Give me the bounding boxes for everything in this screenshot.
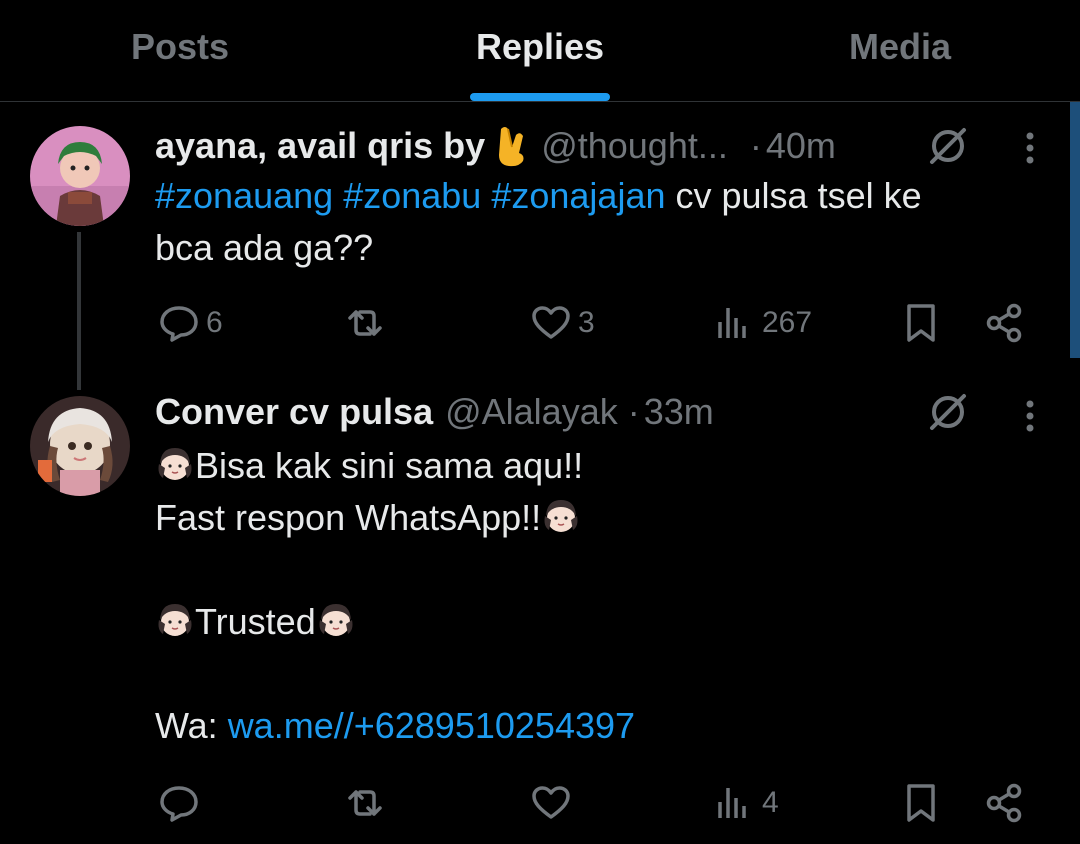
girl-emoji-icon bbox=[316, 600, 356, 640]
views-button[interactable]: 267 bbox=[714, 298, 812, 348]
tweet-text: Bisa kak sini sama aqu!! Fast respon Wha… bbox=[155, 440, 1035, 752]
views-icon bbox=[718, 788, 746, 818]
tab-posts-label: Posts bbox=[130, 26, 230, 67]
view-count: 4 bbox=[762, 786, 779, 819]
user-handle[interactable]: @thought... bbox=[541, 125, 728, 167]
share-icon bbox=[986, 303, 1022, 343]
tweet-text-part: Fast respon WhatsApp!! bbox=[155, 497, 542, 538]
views-icon bbox=[718, 308, 746, 338]
reply-button[interactable]: 6 bbox=[158, 298, 223, 348]
tab-replies[interactable]: Replies bbox=[360, 0, 720, 101]
grok-icon[interactable] bbox=[926, 390, 970, 434]
like-button[interactable] bbox=[530, 778, 572, 828]
girl-emoji-icon bbox=[155, 444, 195, 484]
tab-replies-label: Replies bbox=[475, 26, 605, 67]
tweet-actions: 6 3 267 bbox=[0, 298, 1080, 348]
tab-media-label: Media bbox=[848, 26, 952, 67]
heart-icon bbox=[532, 306, 570, 339]
more-options-icon[interactable] bbox=[1020, 394, 1040, 438]
separator-dot: · bbox=[627, 391, 640, 432]
reply-icon bbox=[160, 306, 198, 342]
display-name[interactable]: ayana, avail qris by bbox=[155, 125, 485, 167]
tweet-text-part: cv pulsa tsel ke bbox=[675, 175, 922, 216]
reply-count: 6 bbox=[206, 306, 223, 339]
crossed-fingers-emoji-icon bbox=[495, 125, 529, 167]
hashtag[interactable]: #zonauang bbox=[155, 175, 333, 216]
hashtag[interactable]: #zonajajan bbox=[491, 175, 665, 216]
repost-icon bbox=[348, 310, 382, 336]
share-button[interactable] bbox=[984, 298, 1026, 348]
bookmark-icon bbox=[907, 304, 935, 342]
avatar[interactable] bbox=[30, 396, 130, 496]
share-icon bbox=[986, 783, 1022, 823]
avatar[interactable] bbox=[30, 126, 130, 226]
timestamp[interactable]: 40m bbox=[766, 125, 836, 167]
views-button[interactable]: 4 bbox=[714, 778, 779, 828]
view-count: 267 bbox=[762, 306, 813, 339]
reply-button[interactable] bbox=[158, 778, 206, 828]
tweet-text: #zonauang #zonabu #zonajajan cv pulsa ts… bbox=[155, 170, 1035, 274]
share-button[interactable] bbox=[984, 778, 1026, 828]
separator-dot: · bbox=[749, 125, 762, 166]
grok-icon[interactable] bbox=[926, 124, 970, 168]
girl-emoji-icon bbox=[155, 600, 195, 640]
girl-emoji-icon bbox=[541, 496, 581, 536]
active-tab-indicator bbox=[470, 93, 610, 101]
bookmark-button[interactable] bbox=[900, 778, 942, 828]
repost-icon bbox=[348, 790, 382, 816]
like-count: 3 bbox=[578, 306, 595, 339]
user-handle[interactable]: @Alalayak bbox=[445, 391, 618, 433]
repost-button[interactable] bbox=[344, 298, 386, 348]
more-options-icon[interactable] bbox=[1020, 126, 1040, 170]
tab-media[interactable]: Media bbox=[720, 0, 1080, 101]
bookmark-icon bbox=[907, 784, 935, 822]
profile-tabs: Posts Replies Media bbox=[0, 0, 1080, 102]
bookmark-button[interactable] bbox=[900, 298, 942, 348]
tweet-header: ayana, avail qris by @thought... · 40m bbox=[155, 122, 836, 170]
tweet-text-part: bca ada ga?? bbox=[155, 227, 374, 268]
tweet-header: Conver cv pulsa @Alalayak · 33m bbox=[155, 388, 714, 436]
like-button[interactable]: 3 bbox=[530, 298, 595, 348]
tweet-text-part: Bisa kak sini sama aqu!! bbox=[195, 445, 584, 486]
display-name[interactable]: Conver cv pulsa bbox=[155, 391, 433, 433]
tweet-actions: 4 bbox=[0, 778, 1080, 828]
heart-icon bbox=[532, 786, 570, 819]
whatsapp-link[interactable]: wa.me//+6289510254397 bbox=[228, 705, 635, 746]
tab-posts[interactable]: Posts bbox=[0, 0, 360, 101]
tweet-text-part: Wa: bbox=[155, 705, 218, 746]
reply-icon bbox=[160, 786, 198, 822]
hashtag[interactable]: #zonabu bbox=[343, 175, 481, 216]
tweet-text-part: Trusted bbox=[195, 601, 316, 642]
repost-button[interactable] bbox=[344, 778, 386, 828]
timestamp[interactable]: 33m bbox=[644, 391, 714, 433]
